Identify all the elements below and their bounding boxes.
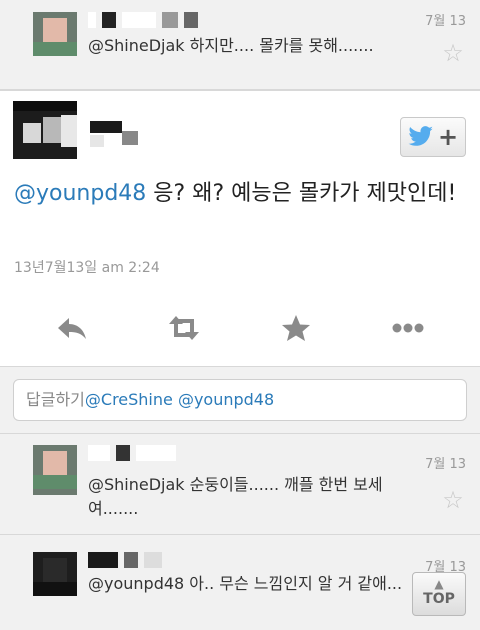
follow-button[interactable]: + (400, 117, 466, 157)
reply-card[interactable]: 7월 13 @ShineDjak 순둥이들...... 깨플 한번 보세 여..… (0, 435, 480, 535)
retweet-button[interactable] (164, 308, 204, 348)
scroll-top-button[interactable]: ▲ TOP (412, 572, 466, 616)
reply-compose: 답글하기@CreShine @younpd48 (0, 368, 480, 434)
avatar[interactable] (33, 552, 77, 596)
avatar[interactable] (33, 12, 77, 56)
favorite-star-icon[interactable]: ☆ (440, 40, 466, 66)
reply-icon (58, 318, 86, 339)
reply-text: @younpd48 아.. 무슨 느낌인지 알 거 같애... (88, 574, 403, 593)
main-tweet: + @younpd48 응? 왜? 예능은 몰카가 제맛인데! 13년7월13일… (0, 90, 480, 367)
reply-text: @ShineDjak 순둥이들...... 깨플 한번 보세 여....... (88, 475, 383, 518)
reply-value: @CreShine @younpd48 (84, 390, 275, 409)
reply-date: 7월 13 (425, 457, 466, 472)
reply-card[interactable]: 7월 13 @younpd48 아.. 무슨 느낌인지 알 거 같애... (0, 536, 480, 630)
reply-input[interactable]: 답글하기@CreShine @younpd48 (13, 379, 467, 421)
plus-icon: + (437, 123, 459, 151)
username-redacted (88, 12, 198, 28)
more-button[interactable] (388, 308, 428, 348)
top-label: TOP (423, 591, 455, 607)
reply-button[interactable] (52, 308, 92, 348)
username-redacted (88, 445, 176, 461)
username-redacted (88, 552, 162, 568)
twitter-bird-icon (408, 126, 433, 146)
favorite-button[interactable] (276, 308, 316, 348)
retweet-icon (169, 316, 199, 340)
up-arrow-icon: ▲ (434, 577, 444, 591)
star-icon (282, 315, 310, 341)
reply-card[interactable]: 7월 13 @ShineDjak 하지만.... 몰카를 못해....... ☆ (0, 0, 480, 90)
mention-link[interactable]: @younpd48 (14, 181, 146, 206)
reply-text: @ShineDjak 하지만.... 몰카를 못해....... (88, 36, 374, 55)
tweet-text: @younpd48 응? 왜? 예능은 몰카가 제맛인데! (14, 177, 464, 211)
avatar[interactable] (33, 445, 77, 495)
reply-date: 7월 13 (425, 14, 466, 29)
more-icon (392, 323, 424, 333)
tweet-actions (0, 296, 480, 356)
avatar[interactable] (13, 101, 77, 159)
favorite-star-icon[interactable]: ☆ (440, 487, 466, 513)
reply-prefix: 답글하기 (26, 390, 85, 409)
tweet-timestamp: 13년7월13일 am 2:24 (14, 260, 160, 276)
tweet-body: 응? 왜? 예능은 몰카가 제맛인데! (146, 181, 457, 206)
